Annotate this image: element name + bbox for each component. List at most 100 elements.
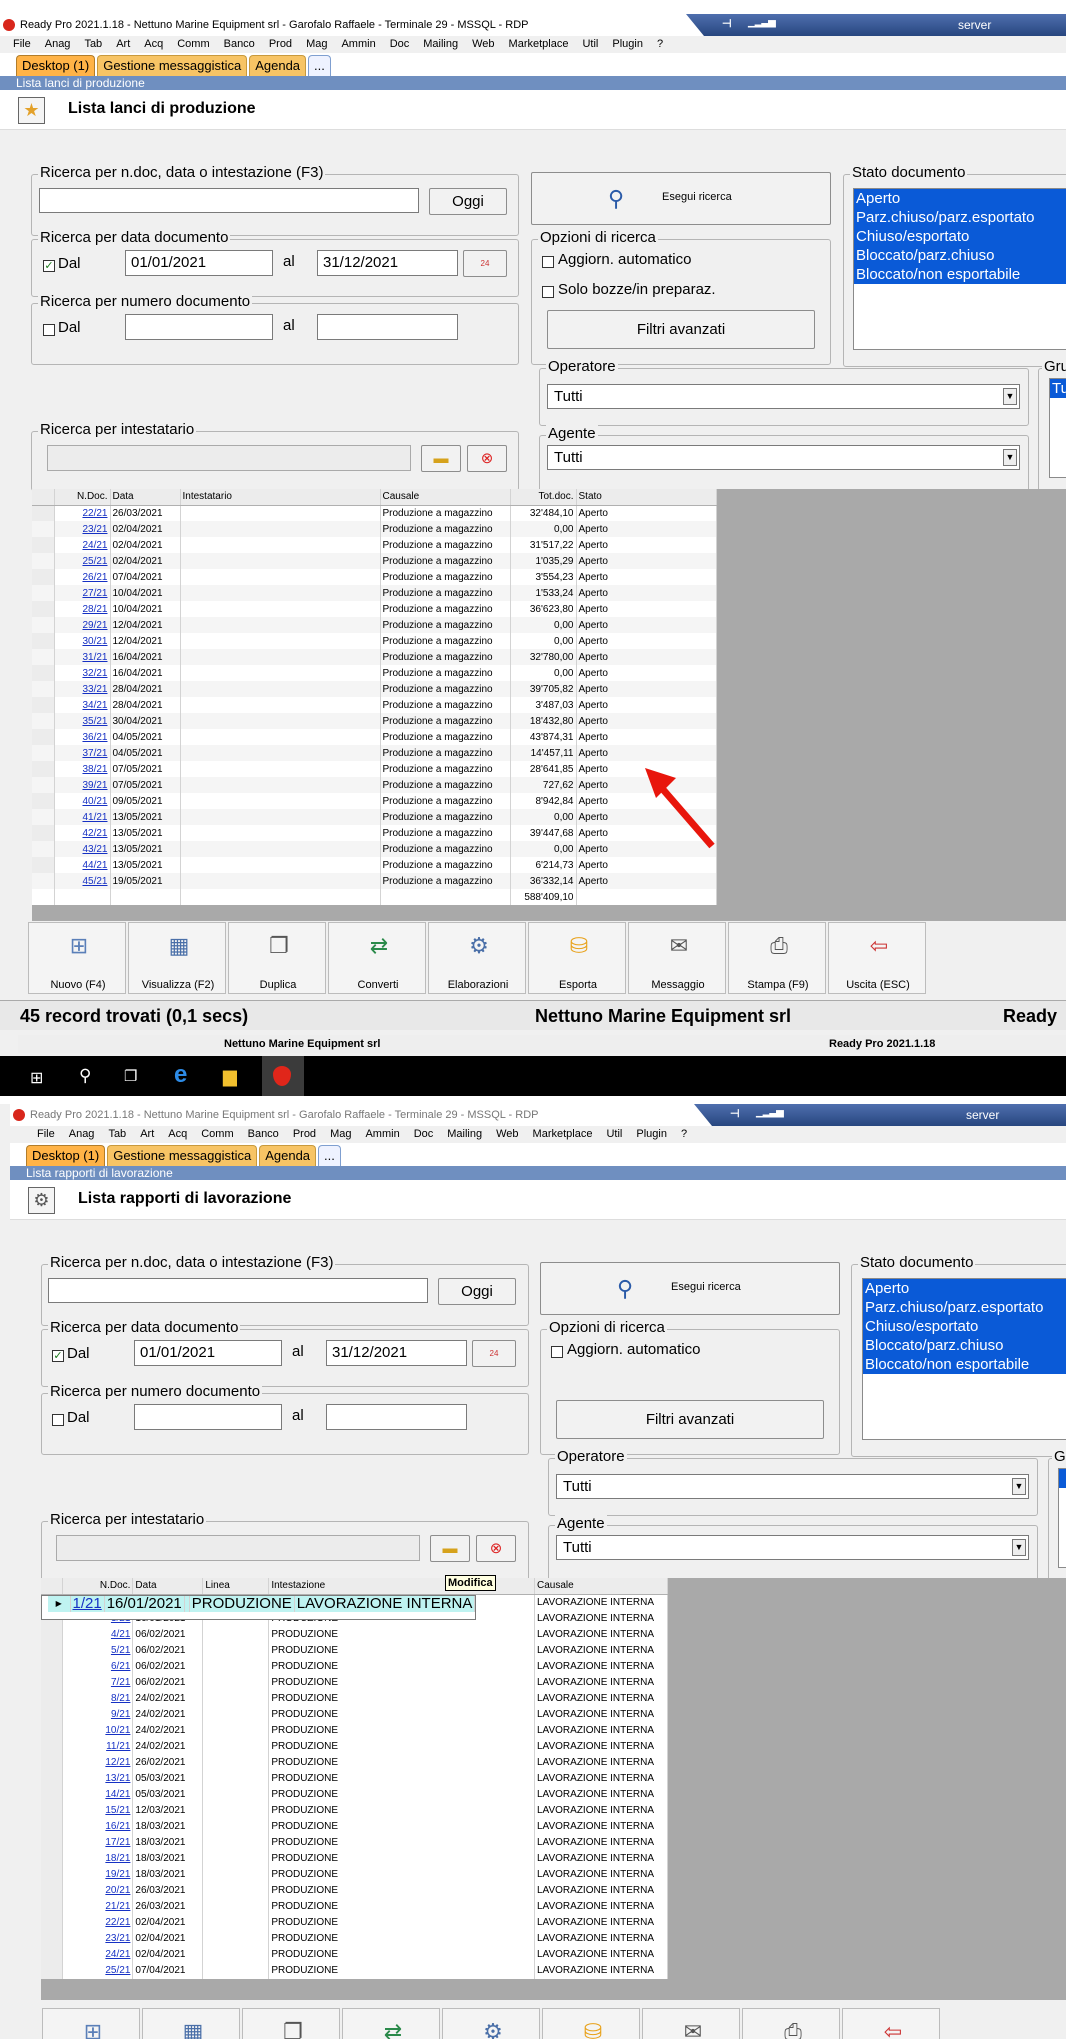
table-row[interactable]: 10/21 24/02/2021 PRODUZIONE LAVORAZIONE INT…: [41, 1722, 668, 1739]
doc-number-link[interactable]: 27/21: [82, 588, 107, 599]
exit-button[interactable]: ⇦ Uscita (ESC): [828, 922, 926, 994]
menu-item[interactable]: Mag: [299, 36, 334, 53]
doc-number-link[interactable]: 35/21: [82, 716, 107, 727]
table-row[interactable]: 24/21 02/04/2021 PRODUZIONE LAVORAZIONE INT…: [41, 1946, 668, 1963]
menu-item[interactable]: Marketplace: [526, 1126, 600, 1143]
table-row[interactable]: 30/21 12/04/2021 Produzione a magazzino 0,0…: [32, 633, 717, 649]
group-cut-list[interactable]: [1058, 1468, 1066, 1568]
table-row[interactable]: 15/21 12/03/2021 PRODUZIONE LAVORAZIONE INT…: [41, 1802, 668, 1819]
convert-button[interactable]: ⇄ Converti: [328, 922, 426, 994]
doc-number-link[interactable]: 16/21: [105, 1821, 130, 1832]
table-row[interactable]: 23/21 02/04/2021 Produzione a magazzino 0,0…: [32, 521, 717, 537]
holder-browse-button[interactable]: ▬: [421, 445, 461, 472]
column-header[interactable]: Linea: [202, 1578, 270, 1595]
doc-number-link[interactable]: 30/21: [82, 636, 107, 647]
doc-number-link[interactable]: 25/21: [105, 1965, 130, 1976]
menu-item[interactable]: Art: [109, 36, 137, 53]
number-from-checkbox[interactable]: [52, 1414, 64, 1426]
new-button[interactable]: ⊞: [42, 2008, 140, 2039]
tab-agenda[interactable]: Agenda: [259, 1145, 317, 1166]
table-row[interactable]: 5/21 06/02/2021 PRODUZIONE LAVORAZIONE INTE…: [41, 1642, 668, 1659]
task-view-icon[interactable]: ❐: [124, 1067, 137, 1085]
doc-number-link[interactable]: 6/21: [111, 1661, 130, 1672]
doc-number-link[interactable]: 45/21: [82, 876, 107, 887]
number-from-checkbox[interactable]: [43, 324, 55, 336]
state-option[interactable]: Parz.chiuso/parz.esportato: [863, 1298, 1066, 1317]
pin-icon[interactable]: ⊣: [730, 1107, 740, 1120]
processing-button[interactable]: ⚙: [442, 2008, 540, 2039]
column-header[interactable]: Data: [132, 1578, 204, 1595]
menu-item[interactable]: Util: [599, 1126, 629, 1143]
menu-item[interactable]: ?: [650, 36, 670, 53]
table-row[interactable]: 17/21 18/03/2021 PRODUZIONE LAVORAZIONE INT…: [41, 1834, 668, 1851]
table-row[interactable]: 22/21 26/03/2021 Produzione a magazzino 32'…: [32, 505, 717, 521]
number-to-input[interactable]: [326, 1404, 467, 1430]
doc-number-link[interactable]: 4/21: [111, 1629, 130, 1640]
table-row[interactable]: 11/21 24/02/2021 PRODUZIONE LAVORAZIONE INT…: [41, 1738, 668, 1755]
processing-button[interactable]: ⚙ Elaborazioni: [428, 922, 526, 994]
column-header[interactable]: Tot.doc.: [510, 489, 577, 506]
doc-number-link[interactable]: 31/21: [82, 652, 107, 663]
auto-update-checkbox[interactable]: [542, 256, 554, 268]
table-row[interactable]: 40/21 09/05/2021 Produzione a magazzino 8'9…: [32, 793, 717, 809]
agent-select[interactable]: Tutti ▼: [547, 445, 1020, 470]
doc-number-link[interactable]: 14/21: [105, 1789, 130, 1800]
number-to-input[interactable]: [317, 314, 458, 340]
doc-number-link[interactable]: 18/21: [105, 1853, 130, 1864]
doc-number-link[interactable]: 1/21: [73, 1596, 102, 1612]
agent-select[interactable]: Tutti ▼: [556, 1535, 1029, 1560]
tab-messaggistica[interactable]: Gestione messaggistica: [107, 1145, 258, 1166]
doc-number-link[interactable]: 32/21: [82, 668, 107, 679]
table-row[interactable]: 23/21 02/04/2021 PRODUZIONE LAVORAZIONE INT…: [41, 1930, 668, 1947]
menu-item[interactable]: Ammin: [334, 36, 382, 53]
message-button[interactable]: ✉: [642, 2008, 740, 2039]
date-to-input[interactable]: 31/12/2021: [326, 1340, 467, 1366]
doc-number-link[interactable]: 17/21: [105, 1837, 130, 1848]
menu-item[interactable]: Acq: [161, 1126, 194, 1143]
doc-number-link[interactable]: 13/21: [105, 1773, 130, 1784]
menu-item[interactable]: File: [6, 36, 38, 53]
today-button[interactable]: Oggi: [429, 188, 507, 215]
table-row[interactable]: 22/21 02/04/2021 PRODUZIONE LAVORAZIONE INT…: [41, 1914, 668, 1931]
doc-number-link[interactable]: 12/21: [105, 1757, 130, 1768]
tab-agenda[interactable]: Agenda: [249, 55, 307, 76]
menu-item[interactable]: Prod: [262, 36, 299, 53]
doc-number-link[interactable]: 23/21: [105, 1933, 130, 1944]
menu-item[interactable]: Ammin: [358, 1126, 406, 1143]
doc-number-link[interactable]: 26/21: [82, 572, 107, 583]
date-from-input[interactable]: 01/01/2021: [134, 1340, 282, 1366]
table-row[interactable]: 28/21 10/04/2021 Produzione a magazzino 36'…: [32, 601, 717, 617]
table-row[interactable]: 39/21 07/05/2021 Produzione a magazzino 727…: [32, 777, 717, 793]
doc-number-link[interactable]: 42/21: [82, 828, 107, 839]
file-explorer-icon[interactable]: ▆: [223, 1066, 237, 1087]
reports-grid[interactable]: N.Doc. Data Linea Intestazione Causale ▶ 1/21 1…: [41, 1578, 668, 2000]
doc-number-link[interactable]: 22/21: [105, 1917, 130, 1928]
table-row[interactable]: 27/21 10/04/2021 Produzione a magazzino 1'5…: [32, 585, 717, 601]
table-row[interactable]: 6/21 06/02/2021 PRODUZIONE LAVORAZIONE INTE…: [41, 1658, 668, 1675]
doc-number-link[interactable]: 10/21: [105, 1725, 130, 1736]
date-to-input[interactable]: 31/12/2021: [317, 250, 458, 276]
print-button[interactable]: ⎙ Stampa (F9): [728, 922, 826, 994]
table-row[interactable]: 44/21 13/05/2021 Produzione a magazzino 6'2…: [32, 857, 717, 873]
table-row[interactable]: ▶ 1/21 16/01/2021 PRODUZIONE LAVORAZIONE INT…: [41, 1594, 477, 1620]
doc-number-link[interactable]: 8/21: [111, 1693, 130, 1704]
table-row[interactable]: 12/21 26/02/2021 PRODUZIONE LAVORAZIONE INT…: [41, 1754, 668, 1771]
table-row[interactable]: 14/21 05/03/2021 PRODUZIONE LAVORAZIONE INT…: [41, 1786, 668, 1803]
menu-item[interactable]: Banco: [217, 36, 262, 53]
state-option[interactable]: Aperto: [863, 1279, 1066, 1298]
export-button[interactable]: ⛁ Esporta: [528, 922, 626, 994]
doc-number-link[interactable]: 9/21: [111, 1709, 130, 1720]
doc-number-link[interactable]: 5/21: [111, 1645, 130, 1656]
table-row[interactable]: 25/21 02/04/2021 Produzione a magazzino 1'0…: [32, 553, 717, 569]
doc-number-link[interactable]: 34/21: [82, 700, 107, 711]
table-row[interactable]: 29/21 12/04/2021 Produzione a magazzino 0,0…: [32, 617, 717, 633]
execute-search-button[interactable]: ⚲ Esegui ricerca: [531, 172, 831, 225]
print-button[interactable]: ⎙: [742, 2008, 840, 2039]
table-row[interactable]: 24/21 02/04/2021 Produzione a magazzino 31'…: [32, 537, 717, 553]
start-icon[interactable]: ⊞: [30, 1068, 43, 1088]
column-header[interactable]: Causale: [380, 489, 511, 506]
table-row[interactable]: 8/21 24/02/2021 PRODUZIONE LAVORAZIONE INTE…: [41, 1690, 668, 1707]
group-cut-list[interactable]: Tu: [1049, 378, 1066, 478]
state-option[interactable]: Chiuso/esportato: [863, 1317, 1066, 1336]
menu-item[interactable]: Plugin: [629, 1126, 674, 1143]
